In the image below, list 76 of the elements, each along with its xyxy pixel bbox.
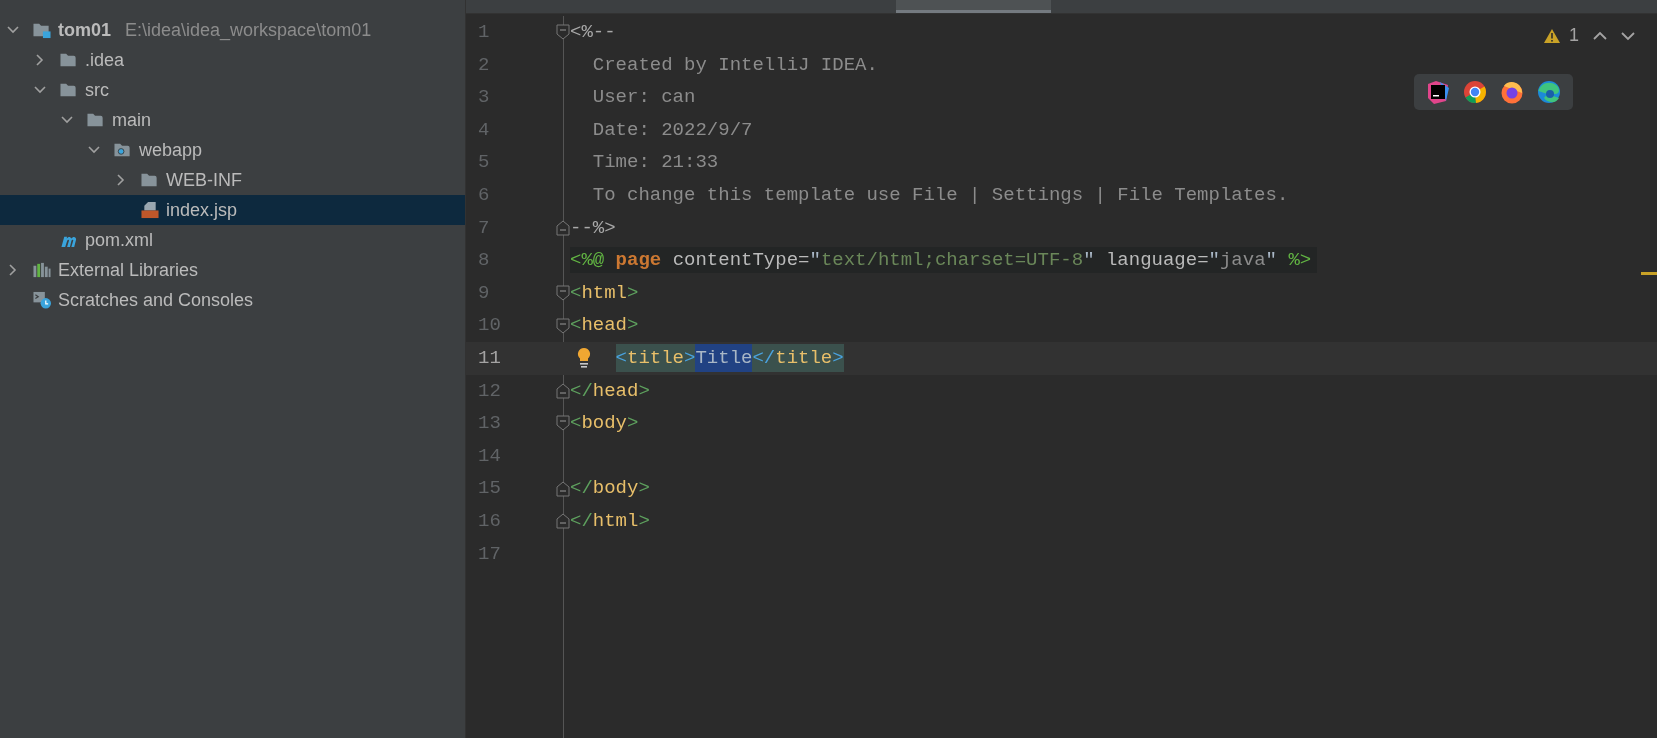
tree-item[interactable]: .idea xyxy=(0,45,465,75)
scratches-clock-icon xyxy=(32,291,52,309)
intellij-logo-icon[interactable] xyxy=(1426,80,1450,104)
line-number: 13 xyxy=(477,411,502,437)
item-label: tom01 xyxy=(58,18,111,42)
lightbulb-icon[interactable] xyxy=(576,347,592,370)
tree-item[interactable]: index.jsp xyxy=(0,195,465,225)
code-line: --%> xyxy=(570,215,616,241)
line-number: 3 xyxy=(477,85,491,111)
item-label: index.jsp xyxy=(166,198,238,222)
code-line: Date: 2022/9/7 xyxy=(591,117,753,143)
code-line: <head> xyxy=(570,313,639,339)
line-number: 15 xyxy=(477,476,502,502)
line-number: 12 xyxy=(477,378,502,404)
code-line: <html> xyxy=(570,280,639,306)
module-folder-icon xyxy=(32,21,52,39)
line-number: 9 xyxy=(477,280,491,306)
line-number: 17 xyxy=(477,541,502,567)
tree-item[interactable]: webapp xyxy=(0,135,465,165)
code-line: <body> xyxy=(570,411,639,437)
item-label: src xyxy=(85,78,109,102)
tree-item[interactable]: pom.xml xyxy=(0,225,465,255)
fold-end-icon[interactable] xyxy=(556,480,570,497)
line-number: 1 xyxy=(477,20,491,46)
tree-item[interactable]: src xyxy=(0,75,465,105)
line-number: 10 xyxy=(477,313,502,339)
edge-logo-icon[interactable] xyxy=(1537,80,1561,104)
line-number: 7 xyxy=(477,215,491,241)
line-number: 8 xyxy=(477,248,491,274)
item-label: webapp xyxy=(139,138,203,162)
path-label: E:\idea\idea_workspace\tom01 xyxy=(125,18,372,43)
line-number: 11 xyxy=(477,346,502,371)
fold-start-icon[interactable] xyxy=(556,317,570,334)
tree-item[interactable]: tom01 E:\idea\idea_workspace\tom01 xyxy=(0,15,465,45)
item-label: pom.xml xyxy=(85,228,153,252)
tree-item[interactable]: External Libraries xyxy=(0,255,465,285)
code-line: </html> xyxy=(570,508,650,534)
line-number: 6 xyxy=(477,183,491,208)
code-line: Time: 21:33 xyxy=(591,150,719,176)
line-number: 2 xyxy=(477,52,491,78)
code-line: <title>Title</title> xyxy=(615,345,844,372)
code-line: </head> xyxy=(570,378,650,404)
firefox-logo-icon[interactable] xyxy=(1500,80,1524,104)
folder-icon xyxy=(86,111,106,129)
item-label: External Libraries xyxy=(58,258,199,282)
web-folder-icon xyxy=(113,141,133,159)
code-line: User: can xyxy=(591,85,696,111)
line-number: 4 xyxy=(477,117,491,143)
code-line: <%-- xyxy=(570,20,616,46)
tree-item[interactable]: WEB-INF xyxy=(0,165,465,195)
code-line: </body> xyxy=(570,476,650,502)
item-label: .idea xyxy=(85,48,125,72)
line-number: 5 xyxy=(477,150,491,176)
fold-start-icon[interactable] xyxy=(556,24,570,41)
line-number: 14 xyxy=(477,443,502,469)
libraries-icon xyxy=(32,261,52,279)
fold-start-icon[interactable] xyxy=(556,285,570,302)
folder-icon xyxy=(59,81,79,99)
fold-end-icon[interactable] xyxy=(556,513,570,530)
code-line: Created by IntelliJ IDEA. xyxy=(591,52,878,78)
folder-icon xyxy=(140,171,160,189)
jsp-file-icon xyxy=(140,201,160,219)
folder-icon xyxy=(59,51,79,69)
warning-count[interactable]: 1 xyxy=(1543,22,1579,49)
fold-end-icon[interactable] xyxy=(556,382,570,399)
fold-end-icon[interactable] xyxy=(556,219,570,236)
tree-item[interactable]: main xyxy=(0,105,465,135)
line-number: 16 xyxy=(477,508,502,534)
item-label: WEB-INF xyxy=(166,168,242,192)
item-label: Scratches and Consoles xyxy=(58,288,254,312)
code-line: To change this template use File | Settings | File Templates. xyxy=(591,183,1289,208)
fold-start-icon[interactable] xyxy=(556,415,570,432)
warning-icon xyxy=(1543,27,1561,44)
item-label: main xyxy=(112,108,151,132)
tree-item[interactable]: Scratches and Consoles xyxy=(0,285,465,315)
chrome-logo-icon[interactable] xyxy=(1463,80,1487,104)
